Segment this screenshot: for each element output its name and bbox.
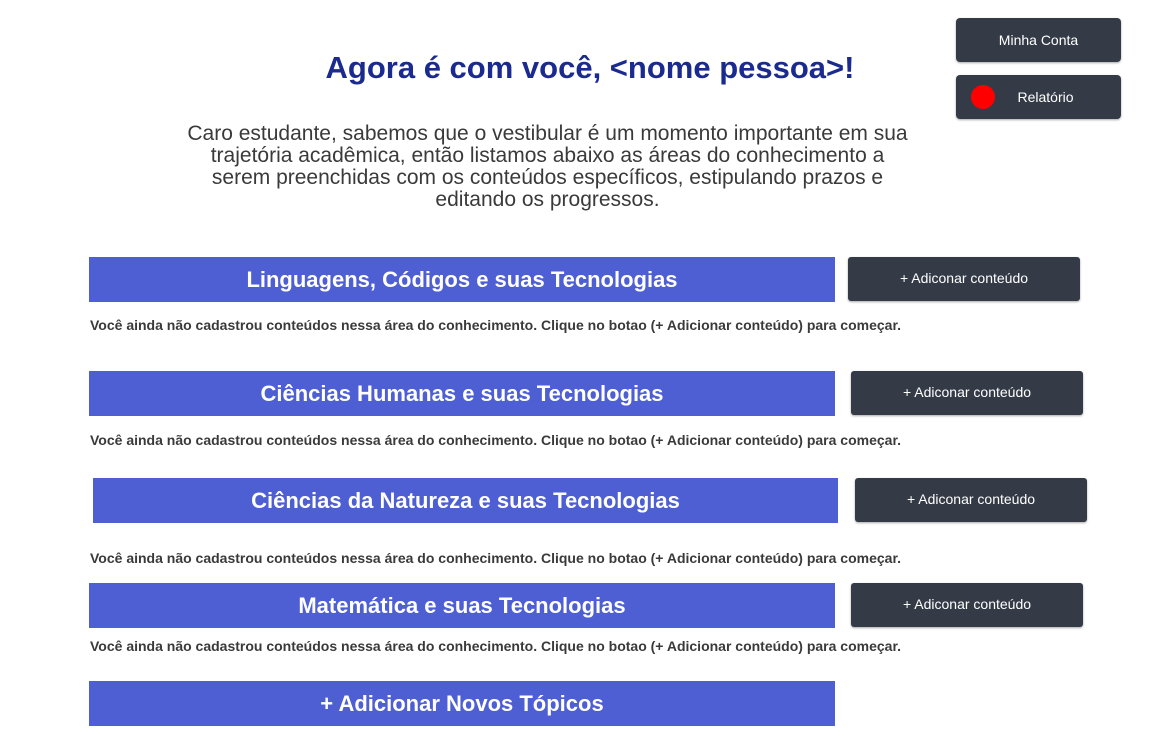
intro-text: Caro estudante, sabemos que o vestibular…: [187, 122, 908, 211]
area-title: Ciências da Natureza e suas Tecnologias: [251, 487, 680, 513]
add-content-label: + Adiconar conteúdo: [899, 270, 1029, 286]
area-header-humanas: Ciências Humanas e suas Tecnologias: [89, 371, 835, 416]
area-title: Linguagens, Códigos e suas Tecnologias: [246, 266, 678, 292]
add-content-button-natureza[interactable]: + Adiconar conteúdo: [855, 478, 1087, 522]
report-status-indicator: [971, 85, 995, 109]
empty-message-natureza: Você ainda não cadastrou conteúdos nessa…: [90, 550, 902, 566]
area-header-natureza: Ciências da Natureza e suas Tecnologias: [93, 478, 838, 523]
add-content-button-matematica[interactable]: + Adiconar conteúdo: [851, 583, 1083, 627]
account-button-label: Minha Conta: [998, 32, 1079, 48]
area-title: Ciências Humanas e suas Tecnologias: [260, 380, 664, 406]
add-content-label: + Adiconar conteúdo: [902, 384, 1032, 400]
page: Minha Conta Relatório Agora é com você, …: [0, 0, 1166, 753]
report-button-label: Relatório: [1017, 89, 1074, 105]
account-button[interactable]: Minha Conta: [956, 18, 1121, 62]
area-title: Matemática e suas Tecnologias: [298, 592, 626, 618]
add-topics-button[interactable]: + Adicionar Novos Tópicos: [89, 681, 835, 726]
area-header-linguagens: Linguagens, Códigos e suas Tecnologias: [89, 257, 835, 302]
page-title: Agora é com você, <nome pessoa>!: [325, 50, 855, 85]
report-button[interactable]: Relatório: [956, 75, 1121, 119]
area-header-matematica: Matemática e suas Tecnologias: [89, 583, 835, 628]
empty-message-linguagens: Você ainda não cadastrou conteúdos nessa…: [90, 317, 902, 333]
add-topics-label: + Adicionar Novos Tópicos: [320, 690, 604, 716]
add-content-button-humanas[interactable]: + Adiconar conteúdo: [851, 371, 1083, 415]
add-content-label: + Adiconar conteúdo: [906, 491, 1036, 507]
empty-message-matematica: Você ainda não cadastrou conteúdos nessa…: [90, 638, 902, 654]
empty-message-humanas: Você ainda não cadastrou conteúdos nessa…: [90, 432, 902, 448]
add-content-button-linguagens[interactable]: + Adiconar conteúdo: [848, 257, 1080, 301]
add-content-label: + Adiconar conteúdo: [902, 596, 1032, 612]
